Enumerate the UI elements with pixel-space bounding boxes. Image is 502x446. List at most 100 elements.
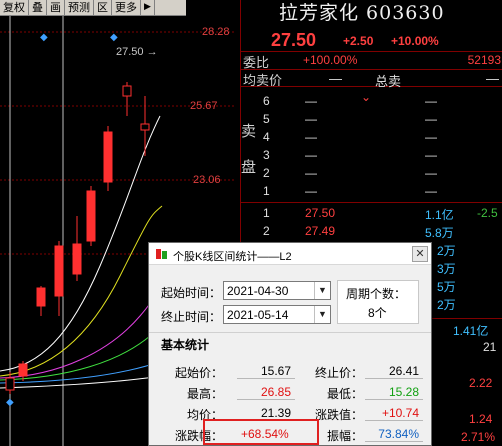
close-icon[interactable]: ✕ (412, 246, 428, 262)
low-box: 15.28 (365, 384, 423, 400)
low-label: 最低： (327, 387, 364, 401)
current-price: 27.50 (271, 30, 317, 50)
buy-qty: 1.1亿 (425, 208, 454, 222)
change-value-label: 涨跌值： (315, 408, 364, 422)
sell-level-5: 5 (263, 112, 270, 126)
end-date-picker[interactable]: 2021-05-14 ▼ (223, 305, 331, 324)
sell-level-2: 2 (263, 166, 270, 180)
toolbar-button-range[interactable]: 区 (94, 0, 112, 16)
weicha-value: 52193 (467, 53, 501, 67)
side-value-2: 21 (483, 340, 497, 354)
price-axis-label: 25.67 (190, 100, 218, 112)
start-price-label: 起始价： (175, 366, 224, 380)
buy-qty: 2万 (437, 244, 456, 258)
weibi-value: +100.00% (303, 53, 358, 67)
buy-qty: 5.8万 (425, 226, 454, 240)
avg-sell-value: — (329, 71, 342, 86)
total-sell-value: — (486, 71, 499, 86)
toolbar-button-draw[interactable]: 画 (47, 0, 65, 16)
change-value-box: +10.74 (365, 405, 423, 421)
section-title: 基本统计 (161, 338, 210, 352)
period-count-box: 周期个数： 8个 (337, 280, 419, 324)
sell-qty-3: — (425, 148, 437, 162)
sell-qty-1: — (425, 184, 437, 198)
chevron-down-icon[interactable]: ▼ (314, 282, 330, 299)
candle (54, 241, 64, 316)
buy-row-2: 2 27.49 5.8万 (241, 224, 502, 240)
marker-icon: ◆ (6, 397, 14, 408)
price-change: +2.50 (343, 34, 374, 48)
start-date-picker[interactable]: 2021-04-30 ▼ (223, 281, 331, 300)
end-price-value: 26.41 (388, 364, 419, 378)
sell-price-5: — (305, 112, 317, 126)
sell-qty-4: — (425, 130, 437, 144)
buy-extra: -2.5 (477, 206, 498, 220)
chart-toolbar: 复权 叠 画 预测 区 更多 ▶ (0, 0, 186, 16)
price-line: 27.50 +2.50 +10.00% (241, 30, 502, 50)
range-stats-dialog: 个股K线区间统计——L2 ✕ 起始时间： 2021-04-30 ▼ 终止时间： … (148, 242, 432, 446)
candle (36, 286, 46, 316)
sell-level-4: 4 (263, 130, 270, 144)
start-price-box: 15.67 (237, 363, 295, 379)
last-price-marker: 27.50 → (116, 46, 158, 58)
weibi-row: 委比 +100.00% 52193 (241, 51, 502, 71)
start-time-label: 起始时间： (161, 286, 222, 300)
sell-price-3: — (305, 148, 317, 162)
end-date-value: 2021-05-14 (227, 308, 289, 322)
collapse-chevron-icon[interactable]: ⌄ (361, 90, 371, 104)
buy-level: 2 (263, 224, 270, 238)
sell-price-6: — (305, 94, 317, 108)
marker-icon: ◆ (40, 32, 48, 43)
candle (72, 216, 82, 281)
sell-qty-6: — (425, 94, 437, 108)
ma20-line (0, 265, 163, 379)
price-axis-label: 28.28 (202, 26, 230, 38)
dialog-titlebar[interactable]: 个股K线区间统计——L2 ✕ (149, 243, 431, 265)
sell-price-4: — (305, 130, 317, 144)
period-count-value: 8个 (368, 306, 387, 320)
toolbar-button-restore[interactable]: 复权 (0, 0, 29, 16)
buy-qty: 5万 (437, 280, 456, 294)
side-value-3: 2.22 (469, 376, 493, 390)
buy-price: 27.49 (305, 224, 336, 238)
candle (140, 96, 150, 156)
high-box: 26.85 (237, 384, 295, 400)
toolbar-button-overlay[interactable]: 叠 (29, 0, 47, 16)
toolbar-button-more[interactable]: 更多 (112, 0, 141, 16)
sell-price-1: — (305, 184, 317, 198)
chevron-down-icon[interactable]: ▼ (314, 306, 330, 323)
marker-icon: ◆ (110, 32, 118, 43)
sell-level-1: 1 (263, 184, 270, 198)
avg-value: 21.39 (260, 406, 291, 420)
side-value-1: 1.41亿 (453, 324, 489, 338)
period-count-label: 周期个数： (346, 287, 407, 301)
candle (122, 82, 132, 116)
toolbar-button-predict[interactable]: 预测 (65, 0, 94, 16)
buy-price: 27.50 (305, 206, 336, 220)
sell-qty-2: — (425, 166, 437, 180)
stock-name-code: 拉芳家化 603630 (279, 2, 445, 24)
ma10-line (0, 205, 163, 377)
amplitude-box: 73.84% (365, 426, 423, 442)
dialog-title: 个股K线区间统计——L2 (173, 251, 292, 263)
end-price-label: 终止价： (315, 366, 364, 380)
divider (149, 332, 431, 333)
price-axis-label: 23.06 (193, 174, 221, 186)
buy-qty: 2万 (437, 298, 456, 312)
high-value: 26.85 (260, 385, 291, 399)
side-value-5: 2.71% (461, 430, 496, 444)
sell-qty-5: — (425, 112, 437, 126)
end-time-label: 终止时间： (161, 310, 222, 324)
start-date-value: 2021-04-30 (227, 284, 289, 298)
app-icon (155, 248, 168, 260)
amplitude-label: 振幅： (327, 429, 364, 443)
candle (18, 361, 28, 381)
avg-sell-label: 均卖价 (243, 74, 283, 89)
sell-price-2: — (305, 166, 317, 180)
high-label: 最高： (187, 387, 224, 401)
sell-level-6: 6 (263, 94, 270, 108)
amplitude-value: 73.84% (378, 427, 419, 441)
toolbar-scroll-arrow-icon[interactable]: ▶ (141, 0, 155, 16)
candle (103, 126, 113, 191)
change-value: +10.74 (381, 406, 419, 420)
